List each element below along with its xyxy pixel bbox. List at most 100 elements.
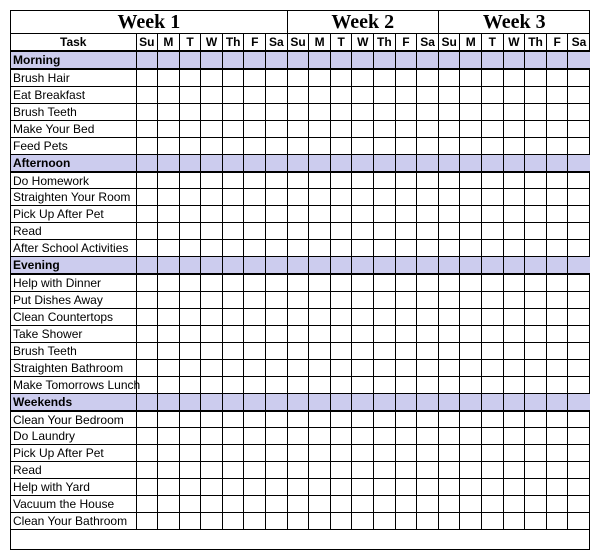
task-cell[interactable] bbox=[460, 513, 482, 530]
task-cell[interactable] bbox=[309, 223, 331, 240]
task-cell[interactable] bbox=[136, 342, 158, 359]
task-cell[interactable] bbox=[525, 189, 547, 206]
task-cell[interactable] bbox=[568, 462, 590, 479]
task-cell[interactable] bbox=[395, 376, 417, 393]
task-cell[interactable] bbox=[482, 411, 504, 428]
task-cell[interactable] bbox=[568, 103, 590, 120]
task-cell[interactable] bbox=[395, 274, 417, 291]
task-cell[interactable] bbox=[482, 172, 504, 189]
task-cell[interactable] bbox=[352, 376, 374, 393]
task-cell[interactable] bbox=[568, 428, 590, 445]
task-cell[interactable] bbox=[330, 342, 352, 359]
task-cell[interactable] bbox=[395, 325, 417, 342]
task-cell[interactable] bbox=[201, 325, 223, 342]
task-cell[interactable] bbox=[287, 291, 309, 308]
task-cell[interactable] bbox=[201, 291, 223, 308]
task-cell[interactable] bbox=[417, 103, 439, 120]
task-cell[interactable] bbox=[266, 103, 288, 120]
task-cell[interactable] bbox=[503, 223, 525, 240]
task-cell[interactable] bbox=[244, 359, 266, 376]
task-cell[interactable] bbox=[417, 428, 439, 445]
task-cell[interactable] bbox=[266, 428, 288, 445]
task-cell[interactable] bbox=[352, 496, 374, 513]
task-cell[interactable] bbox=[417, 376, 439, 393]
task-cell[interactable] bbox=[136, 120, 158, 137]
task-cell[interactable] bbox=[158, 462, 180, 479]
task-cell[interactable] bbox=[525, 308, 547, 325]
task-cell[interactable] bbox=[395, 462, 417, 479]
task-cell[interactable] bbox=[266, 120, 288, 137]
task-cell[interactable] bbox=[244, 513, 266, 530]
task-cell[interactable] bbox=[201, 359, 223, 376]
task-cell[interactable] bbox=[222, 274, 244, 291]
task-cell[interactable] bbox=[266, 445, 288, 462]
task-cell[interactable] bbox=[525, 462, 547, 479]
task-cell[interactable] bbox=[244, 479, 266, 496]
task-cell[interactable] bbox=[201, 274, 223, 291]
task-cell[interactable] bbox=[374, 240, 396, 257]
task-cell[interactable] bbox=[330, 103, 352, 120]
task-cell[interactable] bbox=[503, 206, 525, 223]
task-cell[interactable] bbox=[201, 69, 223, 86]
task-cell[interactable] bbox=[201, 479, 223, 496]
task-cell[interactable] bbox=[158, 428, 180, 445]
task-cell[interactable] bbox=[136, 359, 158, 376]
task-cell[interactable] bbox=[417, 206, 439, 223]
task-cell[interactable] bbox=[266, 291, 288, 308]
task-cell[interactable] bbox=[309, 137, 331, 154]
task-cell[interactable] bbox=[503, 496, 525, 513]
task-cell[interactable] bbox=[417, 172, 439, 189]
task-cell[interactable] bbox=[287, 445, 309, 462]
task-cell[interactable] bbox=[201, 137, 223, 154]
task-cell[interactable] bbox=[309, 411, 331, 428]
task-cell[interactable] bbox=[287, 513, 309, 530]
task-cell[interactable] bbox=[309, 428, 331, 445]
task-cell[interactable] bbox=[352, 189, 374, 206]
task-cell[interactable] bbox=[330, 86, 352, 103]
task-cell[interactable] bbox=[460, 69, 482, 86]
task-cell[interactable] bbox=[546, 206, 568, 223]
task-cell[interactable] bbox=[136, 189, 158, 206]
task-cell[interactable] bbox=[482, 223, 504, 240]
task-cell[interactable] bbox=[546, 240, 568, 257]
task-cell[interactable] bbox=[568, 172, 590, 189]
task-cell[interactable] bbox=[330, 308, 352, 325]
task-cell[interactable] bbox=[158, 274, 180, 291]
task-cell[interactable] bbox=[287, 120, 309, 137]
task-cell[interactable] bbox=[309, 86, 331, 103]
task-cell[interactable] bbox=[222, 223, 244, 240]
task-cell[interactable] bbox=[244, 189, 266, 206]
task-cell[interactable] bbox=[395, 496, 417, 513]
task-cell[interactable] bbox=[244, 428, 266, 445]
task-cell[interactable] bbox=[136, 462, 158, 479]
task-cell[interactable] bbox=[222, 137, 244, 154]
task-cell[interactable] bbox=[330, 376, 352, 393]
task-cell[interactable] bbox=[222, 240, 244, 257]
task-cell[interactable] bbox=[179, 411, 201, 428]
task-cell[interactable] bbox=[222, 359, 244, 376]
task-cell[interactable] bbox=[352, 342, 374, 359]
task-cell[interactable] bbox=[503, 86, 525, 103]
task-cell[interactable] bbox=[179, 69, 201, 86]
task-cell[interactable] bbox=[568, 86, 590, 103]
task-cell[interactable] bbox=[438, 137, 460, 154]
task-cell[interactable] bbox=[482, 103, 504, 120]
task-cell[interactable] bbox=[158, 479, 180, 496]
task-cell[interactable] bbox=[568, 376, 590, 393]
task-cell[interactable] bbox=[395, 189, 417, 206]
task-cell[interactable] bbox=[374, 325, 396, 342]
task-cell[interactable] bbox=[352, 428, 374, 445]
task-cell[interactable] bbox=[352, 411, 374, 428]
task-cell[interactable] bbox=[568, 445, 590, 462]
task-cell[interactable] bbox=[417, 496, 439, 513]
task-cell[interactable] bbox=[503, 376, 525, 393]
task-cell[interactable] bbox=[460, 479, 482, 496]
task-cell[interactable] bbox=[266, 479, 288, 496]
task-cell[interactable] bbox=[222, 172, 244, 189]
task-cell[interactable] bbox=[417, 342, 439, 359]
task-cell[interactable] bbox=[438, 206, 460, 223]
task-cell[interactable] bbox=[266, 69, 288, 86]
task-cell[interactable] bbox=[158, 103, 180, 120]
task-cell[interactable] bbox=[482, 240, 504, 257]
task-cell[interactable] bbox=[222, 376, 244, 393]
